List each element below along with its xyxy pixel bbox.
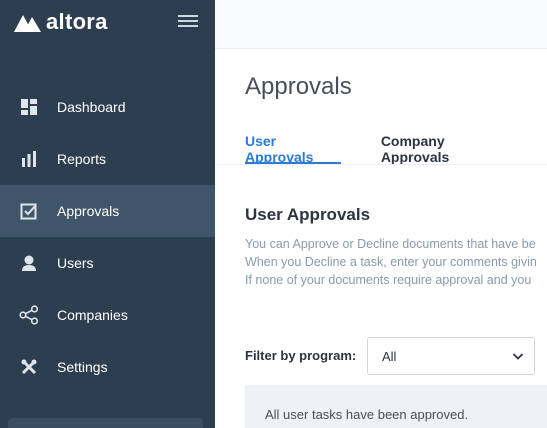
tab-company-approvals[interactable]: Company Approvals: [381, 133, 507, 165]
checkbox-icon: [19, 201, 39, 221]
chevron-down-icon: [512, 353, 524, 360]
tab-user-approvals[interactable]: User Approvals: [245, 133, 341, 165]
brand-logo[interactable]: altora: [14, 8, 108, 36]
approval-tabs: User Approvals Company Approvals: [245, 133, 547, 165]
notice-text: All user tasks have been approved.: [265, 407, 469, 422]
dashboard-icon: [19, 97, 39, 117]
tools-icon: [19, 357, 39, 377]
sidebar-item-label: Reports: [57, 151, 107, 167]
sidebar-item-label: Approvals: [57, 203, 120, 219]
sidebar-item-label: Settings: [57, 359, 108, 375]
altora-logo-icon: [14, 15, 41, 32]
bar-chart-icon: [19, 149, 39, 169]
description-line: You can Approve or Decline documents tha…: [245, 237, 536, 251]
page-title: Approvals: [245, 73, 352, 100]
filter-label: Filter by program:: [245, 348, 357, 363]
description-line: When you Decline a task, enter your comm…: [245, 255, 537, 269]
sidebar: altora Dashboard Reports Approvals Users…: [0, 0, 215, 428]
sidebar-item-settings[interactable]: Settings: [0, 341, 215, 393]
sidebar-item-label: Companies: [57, 307, 128, 323]
approval-status-notice: All user tasks have been approved.: [245, 385, 547, 428]
sidebar-item-label: Dashboard: [57, 99, 126, 115]
sidebar-footer-panel: [8, 418, 203, 428]
sidebar-item-label: Users: [57, 255, 94, 271]
sidebar-item-companies[interactable]: Companies: [0, 289, 215, 341]
tab-divider: [215, 164, 547, 165]
sidebar-item-dashboard[interactable]: Dashboard: [0, 81, 215, 133]
section-description: You can Approve or Decline documents tha…: [245, 235, 547, 289]
main-content: Approvals User Approvals Company Approva…: [215, 49, 547, 428]
sidebar-item-approvals[interactable]: Approvals: [0, 185, 215, 237]
program-filter-value: All: [382, 348, 397, 364]
description-line: If none of your documents require approv…: [245, 273, 532, 287]
sidebar-item-users[interactable]: Users: [0, 237, 215, 289]
program-filter-select[interactable]: All: [367, 337, 535, 375]
section-title: User Approvals: [245, 205, 371, 224]
sidebar-item-reports[interactable]: Reports: [0, 133, 215, 185]
top-bar: [215, 0, 547, 49]
sidebar-nav: Dashboard Reports Approvals Users Compan…: [0, 81, 215, 393]
hamburger-menu-icon[interactable]: [178, 12, 198, 30]
share-nodes-icon: [19, 305, 39, 325]
user-icon: [19, 253, 39, 273]
brand-name: altora: [46, 9, 108, 34]
